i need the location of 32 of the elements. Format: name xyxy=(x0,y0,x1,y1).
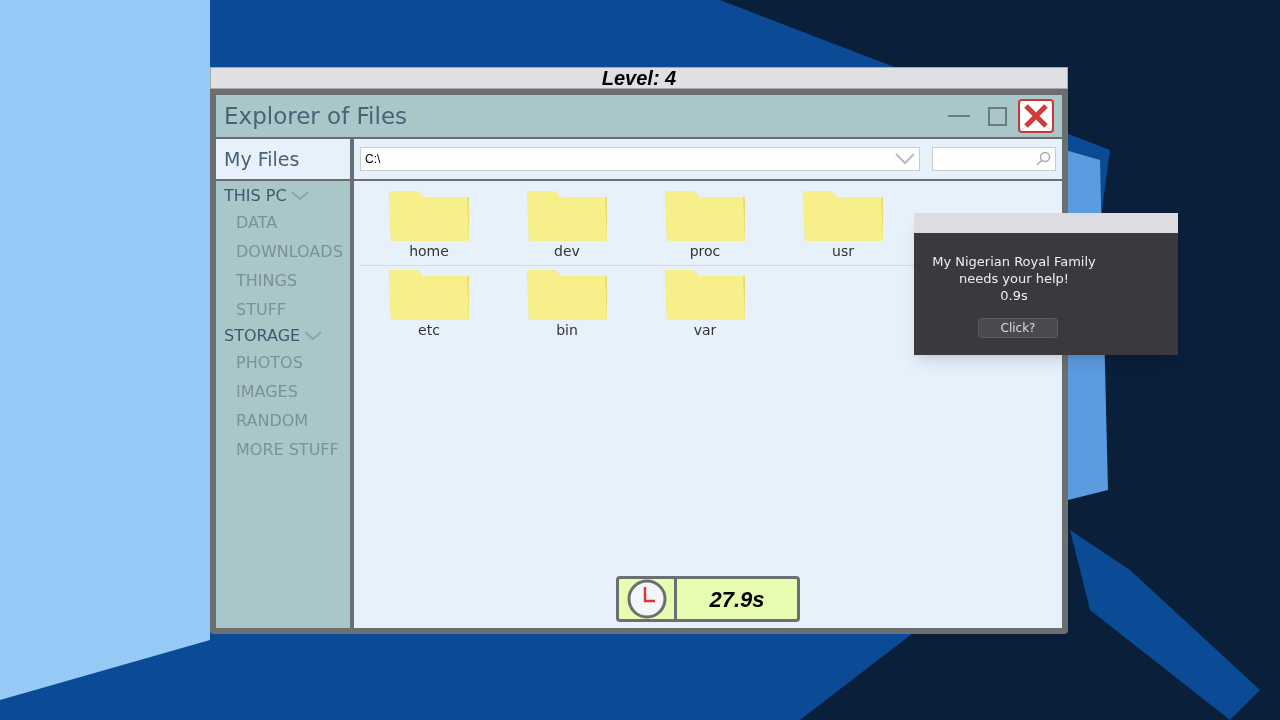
popup-button[interactable]: Click? xyxy=(978,318,1058,338)
folder-name[interactable]: proc xyxy=(689,243,721,261)
folder-name[interactable]: usr xyxy=(832,243,854,261)
popup-countdown: 0.9s xyxy=(999,287,1029,304)
level-banner: Level: 4 xyxy=(210,67,1068,89)
sidebar-group-header[interactable]: STORAGE xyxy=(216,324,350,348)
my-files-label: My Files xyxy=(216,139,350,179)
search-field[interactable] xyxy=(932,147,1056,171)
folder-icon[interactable] xyxy=(525,189,609,243)
window-title: Explorer of Files xyxy=(224,101,409,131)
address-field[interactable]: C:\ xyxy=(360,147,920,171)
folder-name[interactable]: home xyxy=(409,243,449,261)
timer-readout: 27.9s xyxy=(708,585,766,614)
folder-name[interactable]: etc xyxy=(418,321,440,339)
folder-icon[interactable] xyxy=(387,189,471,243)
close-icon xyxy=(1023,103,1049,129)
popup-message: My Nigerian Royal Family needs your help! xyxy=(931,253,1097,287)
folder-icon[interactable] xyxy=(801,189,885,243)
sidebar-group-header[interactable]: THIS PC xyxy=(216,184,350,208)
folder-icon[interactable] xyxy=(387,267,471,322)
folder-icon[interactable] xyxy=(663,189,747,243)
search-icon xyxy=(1035,151,1051,167)
chevron-down-icon xyxy=(895,153,915,165)
folder-icon[interactable] xyxy=(663,267,747,322)
close-button[interactable] xyxy=(1018,99,1054,133)
folder-icon[interactable] xyxy=(525,267,609,322)
folder-name[interactable]: bin xyxy=(556,321,578,339)
clock-icon xyxy=(626,579,667,619)
chevron-icon xyxy=(304,331,323,341)
folder-name[interactable]: dev xyxy=(554,243,580,261)
folder-name[interactable]: var xyxy=(693,321,717,339)
chevron-icon xyxy=(290,191,309,201)
